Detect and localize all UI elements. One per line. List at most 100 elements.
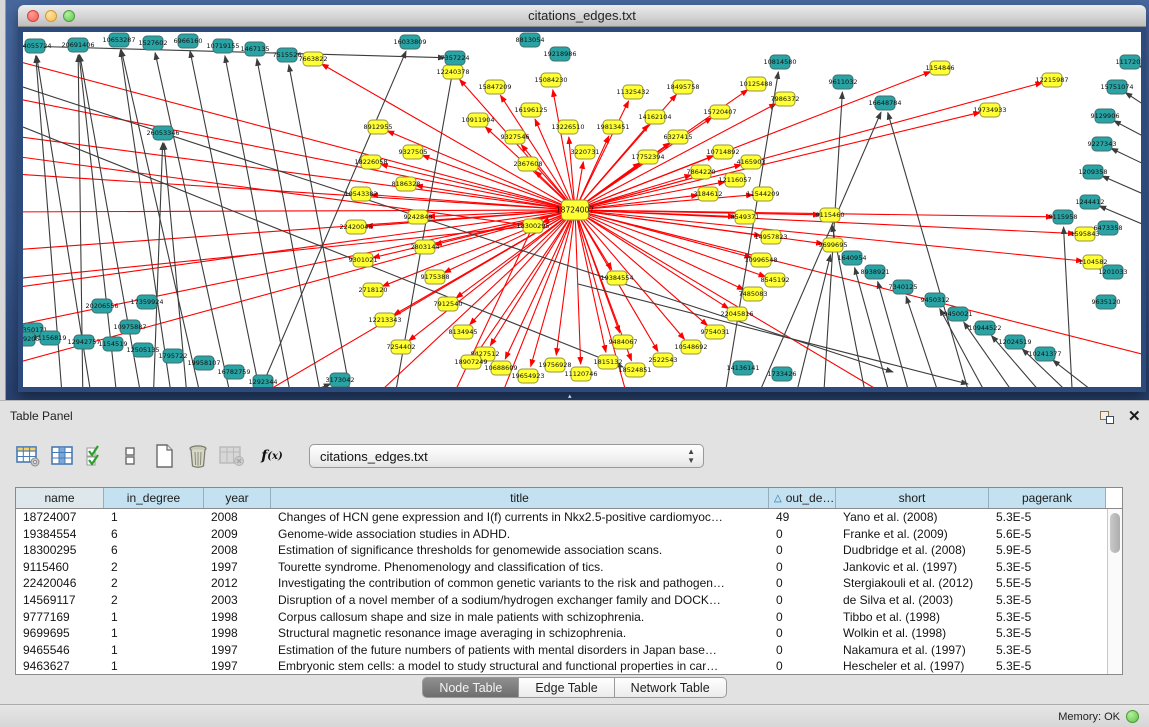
table-cell[interactable]: 0 [769,575,836,592]
table-cell[interactable]: 1 [104,609,204,626]
network-node[interactable]: 8134945 [449,325,478,339]
network-canvas[interactable]: 1872400718300295891295518226058105433822… [23,32,1141,387]
table-cell[interactable]: 1997 [204,658,271,674]
window-titlebar[interactable]: citations_edges.txt [18,5,1146,27]
network-node[interactable]: 8115958 [1049,210,1078,224]
network-node[interactable]: 1117203 [1116,55,1141,69]
network-edge[interactable] [223,210,575,387]
network-node[interactable]: 13226510 [551,120,584,134]
table-cell[interactable]: 1 [104,625,204,642]
table-cell[interactable]: Nakamura et al. (1997) [836,642,989,659]
table-cell[interactable]: 6 [104,526,204,543]
network-node[interactable]: 12240378 [436,65,469,79]
table-cell[interactable]: 0 [769,658,836,674]
network-node[interactable]: 3184612 [694,187,723,201]
table-cell[interactable]: 6 [104,542,204,559]
table-cell[interactable]: 18300295 [16,542,104,559]
table-cell[interactable]: 19384554 [16,526,104,543]
network-node[interactable]: 14957823 [754,230,787,244]
network-node[interactable]: 9327505 [399,145,428,159]
network-edge[interactable] [23,210,575,212]
network-node[interactable]: 18724007 [556,200,594,220]
table-row[interactable]: 1938455462009Genome-wide association stu… [16,526,1107,543]
network-node[interactable]: 7340125 [889,280,918,294]
network-node[interactable]: 2718120 [359,283,388,297]
network-node[interactable]: 10996548 [744,253,777,267]
table-cell[interactable]: Tourette syndrome. Phenomenology and cla… [271,559,769,576]
network-node[interactable]: 12116057 [718,173,751,187]
network-node[interactable]: 10944522 [968,321,1001,335]
table-cell[interactable]: 2008 [204,509,271,526]
table-cell[interactable]: Structural magnetic resonance image aver… [271,625,769,642]
table-cell[interactable]: 1998 [204,609,271,626]
network-node[interactable]: 9327546 [501,130,530,144]
network-node[interactable]: 19734933 [973,103,1006,117]
table-cell[interactable]: 9777169 [16,609,104,626]
network-edge[interactable] [556,210,575,355]
network-node[interactable]: 16782759 [217,365,250,379]
network-node[interactable]: 9754031 [701,325,730,339]
table-selector-dropdown[interactable]: citations_edges.txt ▲▼ [309,444,704,468]
delete-table-button-disabled[interactable] [217,441,247,471]
table-cell[interactable]: Estimation of the future numbers of pati… [271,642,769,659]
network-edge[interactable] [23,210,575,252]
network-node[interactable]: 14136141 [726,361,759,375]
table-row[interactable]: 977716911998Corpus callosum shape and si… [16,609,1107,626]
table-row[interactable]: 911546021997Tourette syndrome. Phenomeno… [16,559,1107,576]
table-cell[interactable]: 5.3E-5 [989,592,1106,609]
network-node[interactable]: 2522543 [649,353,678,367]
table-cell[interactable]: 5.3E-5 [989,509,1106,526]
table-cell[interactable]: Disruption of a novel member of a sodium… [271,592,769,609]
network-node[interactable]: 12024519 [998,335,1031,349]
table-cell[interactable]: 5.3E-5 [989,658,1106,674]
table-cell[interactable]: Franke et al. (2009) [836,526,989,543]
table-cell[interactable]: 2 [104,575,204,592]
table-cell[interactable]: Genome-wide association studies in ADHD. [271,526,769,543]
network-node[interactable]: 7515526 [273,48,302,62]
table-cell[interactable]: Estimation of significance thresholds fo… [271,542,769,559]
network-node[interactable]: 10814580 [763,55,796,69]
table-cell[interactable]: 22420046 [16,575,104,592]
table-row[interactable]: 946554611997Estimation of the future num… [16,642,1107,659]
network-node[interactable]: 1154846 [926,61,955,75]
table-cell[interactable]: 5.3E-5 [989,609,1106,626]
table-cell[interactable]: 5.5E-5 [989,575,1106,592]
network-node[interactable]: 9699695 [819,238,848,252]
network-node[interactable]: 15084230 [534,73,567,87]
network-node[interactable]: 22420046 [339,220,372,234]
network-edge[interactable] [1139,66,1141,80]
table-cell[interactable]: 1997 [204,642,271,659]
network-node[interactable]: 14055724 [23,39,52,53]
network-node[interactable]: 1527602 [139,36,168,50]
table-cell[interactable]: 9699695 [16,625,104,642]
network-node[interactable]: 20206556 [85,299,118,313]
network-node[interactable]: 6966160 [174,34,203,48]
table-cell[interactable]: 49 [769,509,836,526]
table-row[interactable]: 946362711997Embryonic stem cells: a mode… [16,658,1107,674]
network-node[interactable]: 2803144 [411,240,440,254]
table-row[interactable]: 1456911722003Disruption of a novel membe… [16,592,1107,609]
select-columns-button[interactable] [47,441,77,471]
tab-node-table[interactable]: Node Table [422,677,519,698]
network-node[interactable]: 1467135 [241,42,270,56]
network-edge[interactable] [1125,93,1141,124]
scrollbar-thumb[interactable] [1110,513,1120,553]
network-edge[interactable] [1053,360,1113,387]
network-edge[interactable] [1064,227,1073,387]
table-cell[interactable]: 0 [769,592,836,609]
table-cell[interactable]: 0 [769,642,836,659]
network-node[interactable]: 19218986 [543,47,576,61]
table-cell[interactable]: Jankovic et al. (1997) [836,559,989,576]
network-node[interactable]: 16648784 [868,96,901,110]
network-edge[interactable] [1102,176,1141,207]
network-edge[interactable] [1111,148,1141,178]
network-node[interactable]: 11325432 [616,85,649,99]
network-node[interactable]: 17752394 [631,150,664,164]
network-node[interactable]: 9635120 [1092,295,1121,309]
network-node[interactable]: 15847209 [478,80,511,94]
table-cell[interactable]: 2 [104,559,204,576]
table-cell[interactable]: 5.9E-5 [989,542,1106,559]
table-cell[interactable]: 2012 [204,575,271,592]
network-node[interactable]: 12942757 [67,335,100,349]
network-node[interactable]: 9450312 [921,293,950,307]
